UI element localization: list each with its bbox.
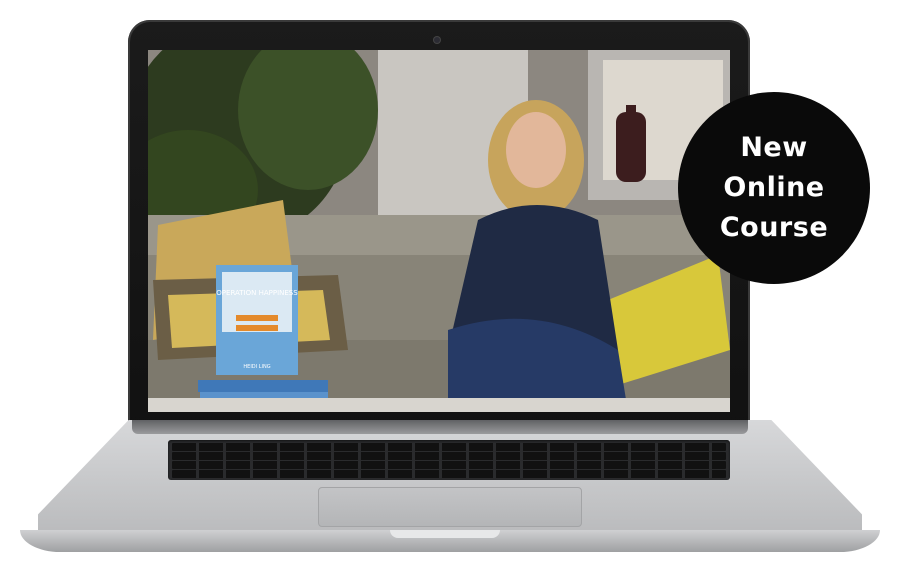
laptop-keyboard (168, 440, 730, 480)
laptop-hinge (132, 420, 748, 434)
laptop-notch (390, 530, 500, 538)
video-screen[interactable]: OPERATION HAPPINESS HEIDI LING (148, 50, 730, 412)
badge-line-1: New (740, 132, 808, 163)
video-frame: OPERATION HAPPINESS HEIDI LING (148, 50, 730, 412)
laptop-camera-icon (434, 37, 440, 43)
laptop-trackpad (318, 487, 582, 527)
promo-image: OPERATION HAPPINESS HEIDI LING New Onlin… (0, 0, 900, 578)
badge-line-2: Online (723, 172, 825, 203)
new-online-course-badge: New Online Course (678, 92, 870, 284)
book-author: HEIDI LING (243, 364, 270, 370)
book-title: OPERATION HAPPINESS (216, 289, 298, 297)
badge-line-3: Course (719, 212, 829, 243)
